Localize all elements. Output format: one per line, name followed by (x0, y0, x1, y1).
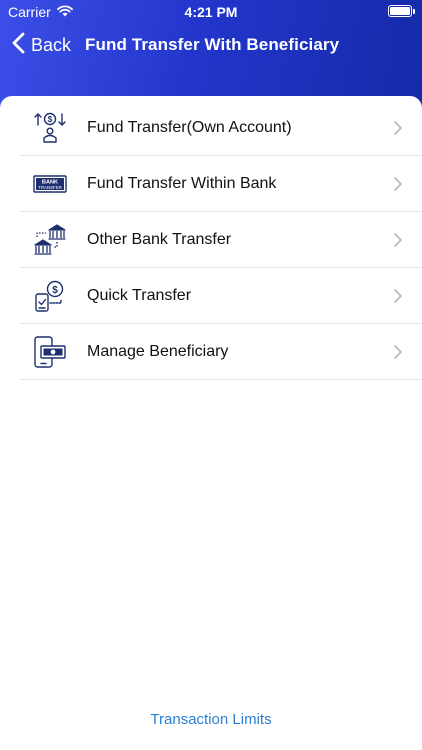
chevron-right-icon (394, 177, 402, 196)
own-account-transfer-icon: $ (33, 111, 67, 145)
content-card: $ Fund Transfer(Own Account) BANK TRANSF… (0, 96, 422, 750)
back-button[interactable]: Back (12, 32, 71, 59)
menu-item-label: Fund Transfer Within Bank (87, 174, 277, 192)
menu-item-other-bank[interactable]: Other Bank Transfer (20, 212, 422, 268)
menu-item-label: Fund Transfer(Own Account) (87, 118, 292, 136)
transaction-limits-link[interactable]: Transaction Limits (0, 711, 422, 728)
svg-text:$: $ (48, 115, 53, 124)
menu-item-label: Other Bank Transfer (87, 230, 232, 248)
chevron-right-icon (394, 289, 402, 308)
menu-item-label: Manage Beneficiary (87, 342, 229, 360)
menu-item-manage-beneficiary[interactable]: Manage Beneficiary (20, 324, 422, 380)
chevron-left-icon (12, 32, 25, 59)
manage-beneficiary-icon (33, 335, 67, 369)
svg-text:TRANSFER: TRANSFER (38, 184, 62, 189)
menu-item-within-bank[interactable]: BANK TRANSFER Fund Transfer Within Bank (20, 156, 422, 212)
quick-transfer-icon: $ (33, 279, 67, 313)
chevron-right-icon (394, 121, 402, 140)
battery-icon (388, 5, 415, 17)
svg-text:$: $ (52, 285, 58, 296)
bank-transfer-icon: BANK TRANSFER (33, 167, 67, 201)
screen: Carrier 4:21 PM Back Fund Transfer With … (0, 0, 422, 750)
menu-list: $ Fund Transfer(Own Account) BANK TRANSF… (20, 100, 422, 380)
page-title: Fund Transfer With Beneficiary (85, 35, 340, 54)
back-label: Back (31, 34, 72, 55)
status-time: 4:21 PM (184, 4, 238, 20)
chevron-right-icon (394, 345, 402, 364)
chevron-right-icon (394, 233, 402, 252)
status-bar: Carrier 4:21 PM (0, 0, 422, 24)
menu-item-label: Quick Transfer (87, 286, 192, 304)
menu-item-quick-transfer[interactable]: $ Quick Transfer (20, 268, 422, 324)
other-bank-icon (33, 223, 67, 257)
nav-bar: Back Fund Transfer With Beneficiary (0, 28, 422, 62)
menu-item-own-account[interactable]: $ Fund Transfer(Own Account) (20, 100, 422, 156)
